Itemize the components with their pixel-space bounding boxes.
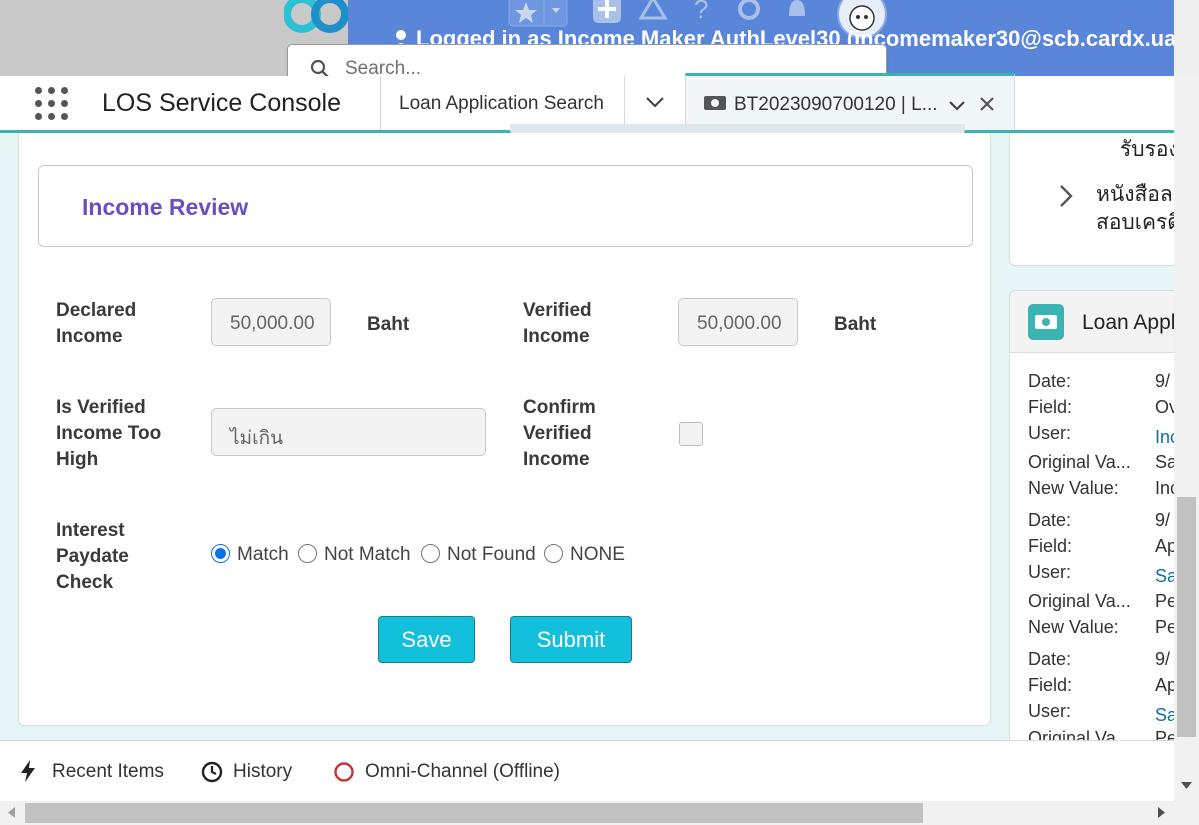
chevron-down-icon (646, 97, 664, 108)
svg-text:?: ? (694, 0, 708, 24)
close-tab-icon[interactable] (978, 95, 996, 113)
offline-status-icon (334, 762, 354, 782)
is-verified-income-too-high-label: Is Verified Income Too High (56, 397, 162, 470)
confirm-verified-income-label: Confirm Verified Income (523, 397, 596, 470)
radio-label: Not Found (447, 544, 536, 565)
chevron-down-icon[interactable] (948, 100, 966, 111)
horizontal-scrollbar[interactable] (0, 801, 1199, 825)
chevron-right-icon[interactable] (1058, 183, 1074, 209)
app-launcher-icon[interactable] (35, 87, 69, 121)
trailhead-icon[interactable] (638, 0, 668, 24)
history-value: 9/ (1155, 510, 1171, 530)
history-key: Date: (1028, 510, 1072, 530)
nav-menu-dropdown[interactable] (624, 76, 685, 130)
related-link-line: สอบเครดิ (1096, 211, 1179, 234)
utility-label: Omni-Channel (Offline) (365, 761, 561, 782)
history-key: New Value: (1028, 617, 1119, 637)
related-link[interactable]: หนังสือล สอบเครดิ (1096, 181, 1179, 237)
radio-label: Not Match (324, 544, 411, 565)
lightning-bolt-icon (21, 760, 35, 782)
tab-loan-record[interactable]: BT2023090700120 | L... (685, 73, 1015, 130)
tab-label: Loan Application Search (399, 93, 604, 114)
history-key: New Value: (1028, 478, 1119, 498)
horizontal-scroll-thumb[interactable] (25, 803, 923, 823)
income-review-title: Income Review (82, 194, 249, 220)
scroll-down-arrow-icon[interactable] (1181, 782, 1192, 790)
history-key: Date: (1028, 649, 1072, 669)
history-value: 9/ (1155, 649, 1171, 669)
settings-gear-icon[interactable] (734, 0, 764, 24)
submit-button[interactable]: Submit (510, 616, 632, 663)
declared-income-unit: Baht (367, 314, 410, 335)
radio-button[interactable] (298, 544, 317, 563)
history-key: Field: (1028, 536, 1073, 556)
declared-income-field[interactable]: 50,000.00 (211, 298, 331, 346)
right-related-card: รับรอง หนังสือล สอบเครดิ (1009, 133, 1179, 266)
favorites-star-icon[interactable] (508, 0, 568, 28)
verified-income-unit: Baht (834, 314, 877, 335)
app-logo-icon (284, 0, 349, 33)
related-text: รับรอง (1120, 138, 1179, 161)
utility-label: History (233, 761, 293, 782)
scroll-left-arrow-icon[interactable] (8, 807, 16, 818)
history-key: User: (1028, 701, 1072, 721)
income-review-header: Income Review (38, 165, 973, 247)
history-key: Date: (1028, 371, 1072, 391)
window-edge (1174, 0, 1199, 76)
history-key: Original Va... (1028, 452, 1131, 472)
vertical-scrollbar[interactable] (1174, 76, 1199, 801)
radio-label: NONE (570, 544, 625, 565)
is-verified-income-too-high-field[interactable]: ไม่เกิน (211, 408, 486, 456)
vertical-scroll-thumb[interactable] (1177, 497, 1196, 737)
history-key: Field: (1028, 675, 1073, 695)
radio-button[interactable] (421, 544, 440, 563)
clock-icon (201, 761, 223, 783)
radio-button[interactable] (544, 544, 563, 563)
history-key: Original Va... (1028, 591, 1131, 611)
help-icon[interactable]: ? (686, 0, 716, 24)
interest-paydate-check-label: Interest Paydate Check (56, 520, 129, 593)
app-name: LOS Service Console (102, 89, 342, 117)
history-key: User: (1028, 423, 1072, 443)
scroll-right-arrow-icon[interactable] (1158, 807, 1166, 818)
loan-application-history-card: Loan Appl Date: 9/ Field: Ov User: Inc Orig… (1009, 290, 1179, 750)
tab-label: BT2023090700120 | L... (734, 94, 938, 115)
income-review-card: Income Review Declared Income 50,000.00 … (18, 133, 991, 726)
tab-loan-application-search[interactable]: Loan Application Search (380, 76, 624, 130)
verified-income-label: Verified Income (523, 300, 592, 347)
save-button[interactable]: Save (378, 616, 475, 663)
history-card-header: Loan Appl (1010, 291, 1178, 353)
history-value: 9/ (1155, 371, 1171, 391)
notifications-bell-icon[interactable] (782, 0, 812, 24)
history-key: Field: (1028, 397, 1073, 417)
radio-button-selected[interactable] (211, 544, 230, 563)
related-link-line: หนังสือล (1096, 183, 1173, 206)
declared-income-label: Declared Income (56, 300, 137, 347)
utility-bar: Recent Items History Omni-Channel (Offli… (0, 740, 1174, 801)
confirm-verified-income-checkbox[interactable] (679, 422, 703, 446)
utility-label: Recent Items (52, 761, 164, 782)
history-key: User: (1028, 562, 1072, 582)
history-card-title: Loan Appl (1082, 311, 1176, 334)
verified-income-field[interactable]: 50,000.00 (678, 298, 798, 346)
money-icon (704, 96, 726, 110)
global-actions-plus-icon[interactable] (592, 0, 622, 24)
radio-label: Match (237, 544, 289, 565)
money-icon (1028, 304, 1064, 340)
